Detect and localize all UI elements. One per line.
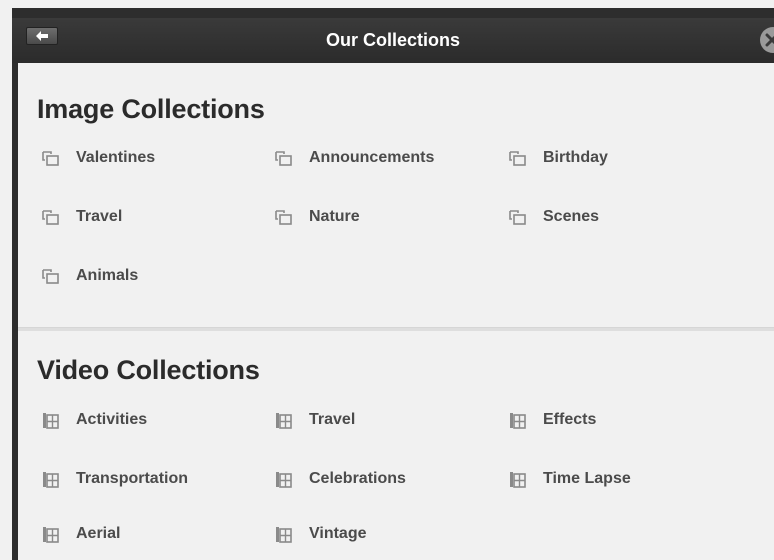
image-gallery-icon: [40, 149, 62, 167]
image-collection-birthday[interactable]: Birthday: [507, 146, 608, 170]
collections-content: Image Collections Valentines Announcemen…: [18, 63, 774, 560]
video-collection-travel[interactable]: Travel: [273, 408, 355, 432]
image-collections-section: Image Collections Valentines Announcemen…: [18, 63, 774, 327]
film-icon: [273, 525, 295, 543]
dialog-header: Our Collections: [12, 18, 774, 63]
film-icon: [40, 525, 62, 543]
image-gallery-icon: [507, 149, 529, 167]
film-icon: [507, 411, 529, 429]
image-gallery-icon: [40, 208, 62, 226]
video-collections-section: Video Collections Activities Travel Effe…: [18, 331, 774, 560]
image-collections-title: Image Collections: [37, 94, 265, 124]
image-collection-animals[interactable]: Animals: [40, 264, 138, 288]
film-icon: [273, 411, 295, 429]
film-icon: [273, 470, 295, 488]
close-icon: [765, 33, 774, 47]
video-collection-vintage[interactable]: Vintage: [273, 522, 367, 546]
image-collection-scenes[interactable]: Scenes: [507, 205, 599, 229]
image-collection-nature[interactable]: Nature: [273, 205, 360, 229]
image-collection-valentines[interactable]: Valentines: [40, 146, 155, 170]
film-icon: [40, 411, 62, 429]
video-collections-title: Video Collections: [37, 355, 260, 385]
video-collection-aerial[interactable]: Aerial: [40, 522, 120, 546]
image-gallery-icon: [507, 208, 529, 226]
video-collection-celebrations[interactable]: Celebrations: [273, 467, 406, 491]
video-collection-time-lapse[interactable]: Time Lapse: [507, 467, 631, 491]
film-icon: [40, 470, 62, 488]
image-gallery-icon: [273, 149, 295, 167]
film-icon: [507, 470, 529, 488]
image-collection-announcements[interactable]: Announcements: [273, 146, 434, 170]
video-collection-effects[interactable]: Effects: [507, 408, 596, 432]
image-gallery-icon: [273, 208, 295, 226]
image-collection-travel[interactable]: Travel: [40, 205, 122, 229]
page-title: Our Collections: [325, 30, 460, 50]
image-gallery-icon: [40, 267, 62, 285]
video-collection-transportation[interactable]: Transportation: [40, 467, 188, 491]
video-collection-activities[interactable]: Activities: [40, 408, 147, 432]
